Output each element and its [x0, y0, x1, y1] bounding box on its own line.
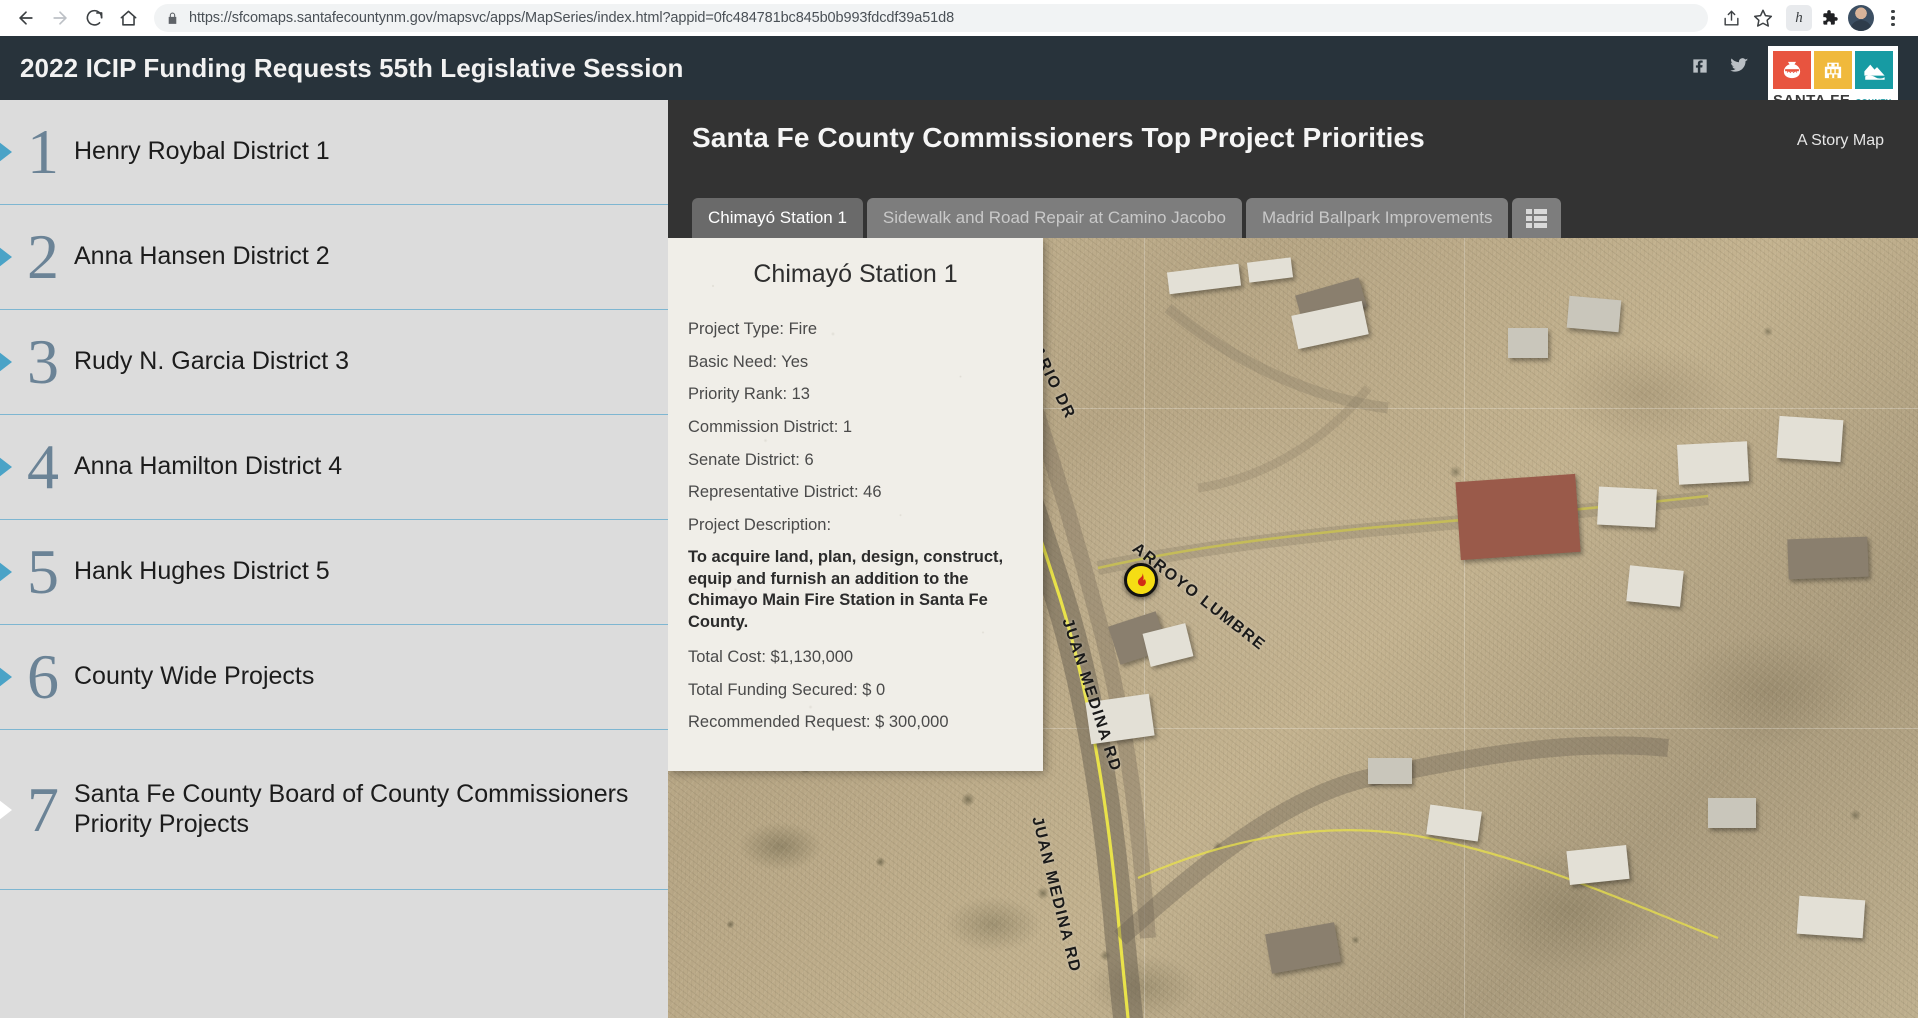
url-text: https://sfcomaps.santafecountynm.gov/map… — [189, 10, 955, 26]
pot-icon — [1773, 51, 1811, 89]
info-panel-totals: Total Cost: $1,130,000 Total Funding Secu… — [688, 647, 1023, 733]
sidebar-arrow-icon — [0, 447, 12, 487]
info-field: Project Description: — [688, 515, 832, 534]
avatar[interactable] — [1846, 3, 1876, 33]
mountains-icon — [1855, 51, 1893, 89]
sidebar-item-4[interactable]: 4 Anna Hamilton District 4 — [0, 415, 668, 520]
sidebar-item-label: County Wide Projects — [74, 662, 315, 691]
story-map-label: A Story Map — [1796, 132, 1884, 149]
project-tab-row[interactable]: Chimayó Station 1 Sidewalk and Road Repai… — [692, 198, 1562, 238]
main-topbar: Santa Fe County Commissioners Top Projec… — [668, 100, 1918, 238]
sidebar-item-6[interactable]: 6 County Wide Projects — [0, 625, 668, 730]
sidebar-arrow-icon — [0, 237, 12, 277]
map-building — [1368, 758, 1412, 784]
info-total: Total Funding Secured: $ 0 — [688, 680, 886, 699]
main-title: Santa Fe County Commissioners Top Projec… — [692, 122, 1425, 153]
info-total: Total Cost: $1,130,000 — [688, 648, 854, 667]
info-total: Recommended Request: $ 300,000 — [688, 713, 949, 732]
sidebar-item-label: Rudy N. Garcia District 3 — [74, 347, 350, 376]
sidebar-item-2[interactable]: 2 Anna Hansen District 2 — [0, 205, 668, 310]
forward-icon[interactable] — [44, 2, 76, 34]
map-building — [1708, 798, 1756, 828]
page-title: 2022 ICIP Funding Requests 55th Legislat… — [20, 52, 684, 83]
address-bar[interactable]: https://sfcomaps.santafecountynm.gov/map… — [154, 4, 1708, 32]
sidebar-arrow-icon — [0, 789, 12, 830]
sidebar-item-label: Hank Hughes District 5 — [74, 557, 330, 586]
sidebar-item-number: 5 — [27, 536, 59, 608]
sidebar-item-number: 6 — [27, 641, 59, 713]
map-canvas[interactable]: SANTUARIO DRJUAN MEDINA RDARROYO LUMBREJ… — [668, 238, 1918, 1018]
santa-fe-county-logo[interactable]: SANTA FE COUNTY — [1768, 46, 1898, 109]
sidebar-item-number: 2 — [27, 221, 59, 293]
sidebar-item-5[interactable]: 5 Hank Hughes District 5 — [0, 520, 668, 625]
district-sidebar[interactable]: 1 Henry Roybal District 1 2 Anna Hansen Dis… — [0, 100, 668, 1018]
sidebar-item-number: 1 — [27, 116, 59, 188]
map-building — [1796, 895, 1866, 939]
info-field: Priority Rank: 13 — [688, 385, 810, 404]
sidebar-item-3[interactable]: 3 Rudy N. Garcia District 3 — [0, 310, 668, 415]
sidebar-item-label: Anna Hansen District 2 — [74, 242, 330, 271]
browser-menu-icon[interactable] — [1878, 3, 1908, 33]
browser-toolbar: https://sfcomaps.santafecountynm.gov/map… — [0, 0, 1918, 36]
list-view-icon — [1526, 208, 1548, 228]
avatar-image — [1848, 5, 1874, 31]
sidebar-item-number: 4 — [27, 431, 59, 503]
info-field: Basic Need: Yes — [688, 352, 809, 371]
info-field: Representative District: 46 — [688, 483, 882, 502]
project-info-panel: Chimayó Station 1 Project Type: Fire Basi… — [668, 238, 1043, 771]
sidebar-arrow-icon — [0, 657, 12, 697]
info-panel-fields: Project Type: Fire Basic Need: Yes Priorit… — [688, 319, 1023, 535]
map-building — [1566, 844, 1630, 886]
map-building — [1597, 486, 1657, 528]
sidebar-item-7[interactable]: 7 Santa Fe County Board of County Commiss… — [0, 730, 668, 890]
logo-tiles — [1773, 51, 1893, 89]
sidebar-arrow-icon — [0, 132, 12, 172]
bookmark-star-icon[interactable] — [1748, 3, 1778, 33]
sidebar-item-number: 3 — [27, 326, 59, 398]
app-header: 2022 ICIP Funding Requests 55th Legislat… — [0, 36, 1918, 109]
back-icon[interactable] — [10, 2, 42, 34]
map-building — [1787, 536, 1869, 580]
sidebar-arrow-icon — [0, 552, 12, 592]
lock-icon — [166, 11, 179, 26]
map-building — [1566, 295, 1622, 333]
info-panel-description: To acquire land, plan, design, construct… — [688, 548, 1004, 631]
info-panel-title: Chimayó Station 1 — [753, 260, 958, 288]
sidebar-item-1[interactable]: 1 Henry Roybal District 1 — [0, 100, 668, 205]
project-tab-2[interactable]: Sidewalk and Road Repair at Camino Jacob… — [866, 198, 1242, 238]
map-building — [1626, 565, 1684, 607]
reload-icon[interactable] — [78, 2, 110, 34]
share-icon[interactable] — [1716, 3, 1746, 33]
project-tab-3[interactable]: Madrid Ballpark Improvements — [1245, 198, 1509, 238]
sidebar-arrow-icon — [0, 342, 12, 382]
twitter-icon[interactable] — [1728, 56, 1750, 81]
home-icon[interactable] — [112, 2, 144, 34]
map-building — [1776, 415, 1844, 463]
map-building — [1508, 328, 1548, 358]
info-field: Senate District: 6 — [688, 450, 814, 469]
pueblo-building-icon — [1814, 51, 1852, 89]
sidebar-item-label: Anna Hamilton District 4 — [74, 452, 343, 481]
map-building — [1455, 473, 1581, 561]
map-building — [1677, 441, 1749, 485]
header-right-group: SANTA FE COUNTY — [1690, 36, 1898, 109]
sidebar-item-label: Santa Fe County Board of County Commissi… — [74, 780, 629, 838]
sidebar-item-label: Henry Roybal District 1 — [74, 137, 330, 166]
info-field: Commission District: 1 — [688, 417, 853, 436]
info-field: Project Type: Fire — [688, 320, 817, 338]
extensions-puzzle-icon[interactable] — [1814, 3, 1844, 33]
list-view-tab[interactable] — [1512, 198, 1562, 238]
extension-chip-icon[interactable]: h — [1786, 5, 1812, 31]
fire-flame-icon — [1137, 572, 1146, 586]
social-links — [1690, 56, 1750, 81]
project-tab-1[interactable]: Chimayó Station 1 — [692, 198, 863, 238]
sidebar-item-number: 7 — [27, 773, 59, 845]
project-location-marker[interactable] — [1124, 563, 1158, 597]
main-panel: Santa Fe County Commissioners Top Projec… — [668, 100, 1918, 1018]
facebook-icon[interactable] — [1690, 56, 1710, 81]
